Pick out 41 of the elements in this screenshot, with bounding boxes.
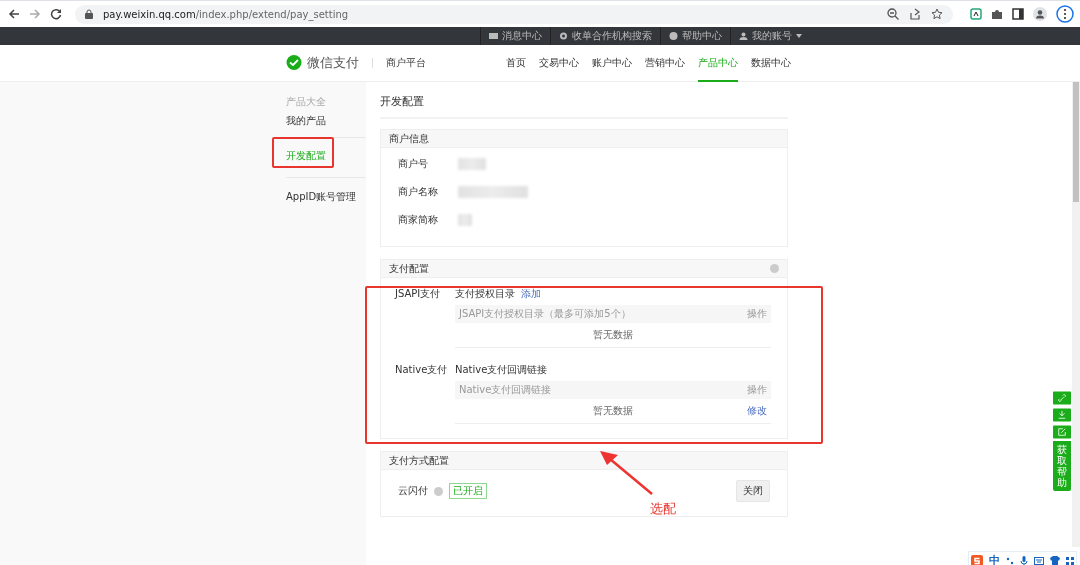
section-subtitle: Native支付回调链接 [455, 363, 548, 377]
close-button[interactable]: 关闭 [736, 480, 770, 502]
url-text: pay.weixin.qq.com/index.php/extend/pay_setting [103, 8, 349, 20]
top-link[interactable]: 消息中心 [480, 27, 550, 45]
annotation-text: 选配 [650, 500, 676, 518]
field-label: 商户号 [398, 157, 429, 171]
column-header: JSAPI支付授权目录（最多可添加5个） [459, 307, 631, 321]
nav-tab[interactable]: 营销中心 [645, 44, 685, 82]
sidebar-item[interactable]: 我的产品 [286, 109, 366, 138]
logo-text: 微信支付 [307, 54, 359, 72]
ime-toolbar[interactable]: 中 [968, 551, 1077, 565]
column-header: 操作 [747, 307, 767, 321]
sidebar-item[interactable]: AppID账号管理 [286, 178, 366, 213]
field-label: 商户名称 [398, 185, 439, 199]
section-subtitle: 支付授权目录 [455, 287, 515, 301]
nav-tab[interactable]: 交易中心 [539, 44, 579, 82]
column-header: 操作 [747, 383, 767, 397]
card-title: 支付方式配置 [389, 453, 449, 468]
nav-tab[interactable]: 数据中心 [751, 44, 791, 82]
page-title: 开发配置 [380, 92, 788, 119]
top-link[interactable]: 我的账号 [730, 27, 810, 45]
address-bar[interactable]: pay.weixin.qq.com/index.php/extend/pay_setting [75, 4, 953, 24]
section-label: JSAPI支付 [395, 287, 442, 301]
add-link[interactable]: 添加 [521, 287, 541, 301]
status-tag: 已开启 [449, 483, 487, 499]
card-title: 支付配置 [389, 261, 429, 276]
top-link[interactable]: 收单合作机构搜索 [550, 27, 660, 45]
empty-text: 暂无数据 [593, 404, 633, 418]
empty-text: 暂无数据 [593, 328, 633, 342]
column-header: Native支付回调链接 [459, 383, 552, 397]
card-title: 商户信息 [389, 131, 429, 146]
edit-link[interactable]: 修改 [747, 404, 767, 418]
ime-mode[interactable]: 中 [989, 553, 1000, 565]
nav-tab[interactable]: 账户中心 [592, 44, 632, 82]
section-label: Native支付 [395, 363, 449, 377]
platform-label: 商户平台 [386, 56, 426, 70]
sidebar-heading: 产品大全 [286, 95, 327, 109]
top-link[interactable]: 帮助中心 [660, 27, 730, 45]
nav-tab[interactable]: 首页 [506, 44, 526, 82]
method-label: 云闪付 [398, 484, 428, 498]
field-label: 商家简称 [398, 213, 439, 227]
